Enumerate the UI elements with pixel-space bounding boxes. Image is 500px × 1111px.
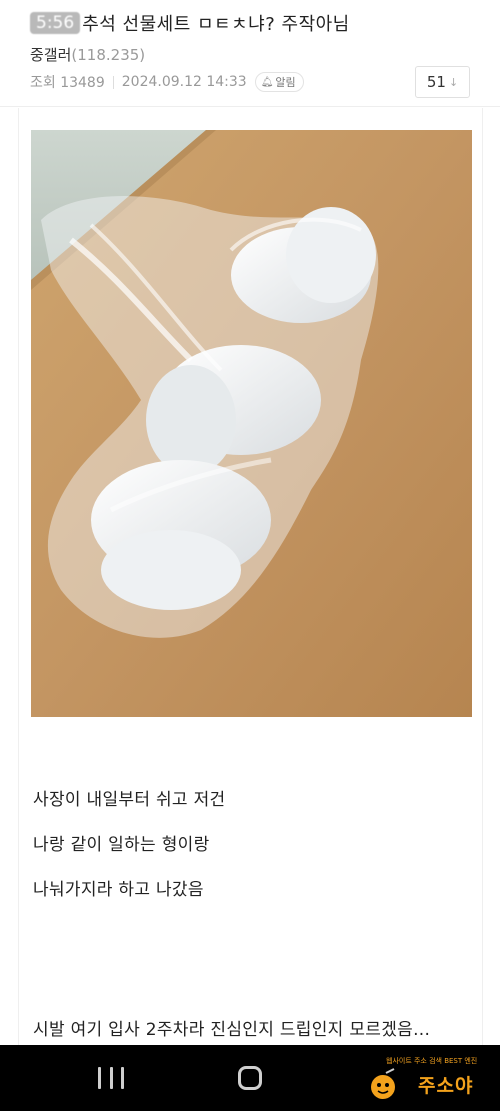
recent-apps-icon[interactable] — [98, 1067, 124, 1089]
recent-apps-bar — [121, 1067, 124, 1089]
author-name[interactable]: 중갤러 — [30, 46, 71, 64]
toilet-paper-rolls-image — [31, 130, 472, 717]
comment-count-button[interactable]: 51 ↓ — [415, 66, 470, 98]
title-row: 5:56 추석 선물세트 ㅁㅌㅊ냐? 주작아님 — [30, 8, 350, 38]
post-paragraph: 시발 여기 입사 2주차라 진심인지 드립인지 모르겠음... — [33, 1020, 431, 1040]
post-paragraph: 나눠가지라 하고 나갔음 — [33, 880, 204, 900]
comment-count: 51 — [426, 73, 446, 91]
recent-apps-bar — [98, 1067, 101, 1089]
header-divider — [0, 106, 500, 107]
author-ip: (118.235) — [71, 46, 146, 64]
recent-apps-bar — [109, 1067, 113, 1089]
mascot-logo-icon — [371, 1068, 395, 1099]
watermark: 웹사이트 주소 검색 BEST 엔진 주소야 — [366, 1051, 496, 1105]
bell-icon: 🔔︎ — [260, 76, 274, 88]
post-body: 사장이 내일부터 쉬고 저건 나랑 같이 일하는 형이랑 나눠가지라 하고 나갔… — [18, 108, 483, 1045]
watermark-tagline: 웹사이트 주소 검색 BEST 엔진 — [386, 1057, 478, 1065]
post-paragraph: 사장이 내일부터 쉬고 저건 — [33, 790, 226, 810]
alarm-button[interactable]: 🔔︎ 알림 — [254, 72, 304, 92]
post-title: 추석 선물세트 ㅁㅌㅊ냐? 주작아님 — [82, 14, 350, 35]
post-paragraph: 나랑 같이 일하는 형이랑 — [33, 835, 210, 855]
post-datetime: 2024.09.12 14:33 — [121, 74, 247, 90]
home-icon[interactable] — [238, 1066, 262, 1090]
alarm-label: 알림 — [275, 76, 296, 89]
post-meta: 조회 13489 2024.09.12 14:33 🔔︎ 알림 — [30, 72, 304, 92]
post-view-screen: 5:56 추석 선물세트 ㅁㅌㅊ냐? 주작아님 중갤러(118.235) 조회 … — [0, 0, 500, 1111]
arrow-down-icon: ↓ — [448, 75, 459, 89]
post-header: 5:56 추석 선물세트 ㅁㅌㅊ냐? 주작아님 중갤러(118.235) 조회 … — [0, 0, 500, 108]
system-navigation-bar: 웹사이트 주소 검색 BEST 엔진 주소야 — [0, 1045, 500, 1111]
view-count: 조회 13489 — [30, 75, 105, 91]
author-row[interactable]: 중갤러(118.235) — [30, 44, 145, 65]
meta-divider — [112, 75, 114, 89]
watermark-brand: 주소야 — [418, 1075, 474, 1097]
status-bar-time: 5:56 — [30, 12, 81, 34]
post-photo[interactable] — [31, 130, 472, 717]
